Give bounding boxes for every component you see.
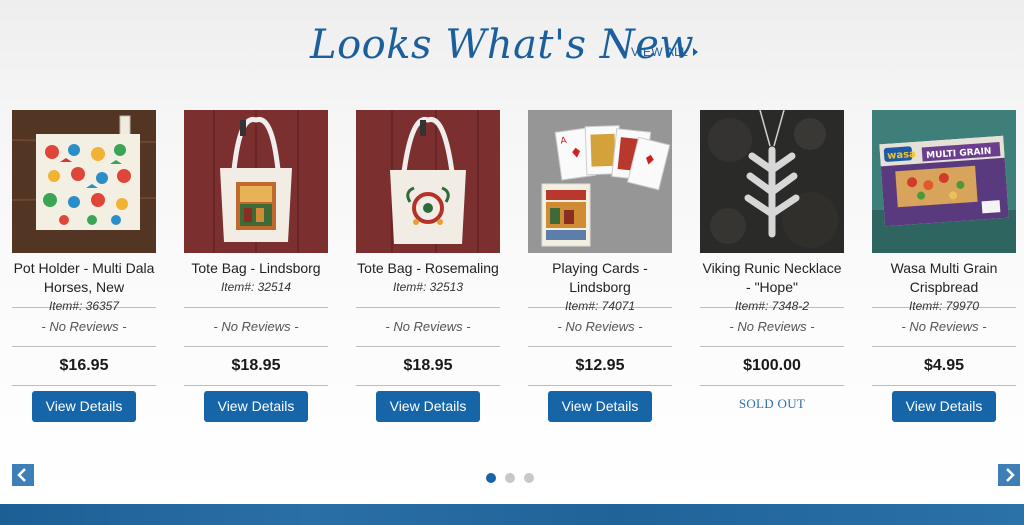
price: $4.95 xyxy=(923,357,965,374)
view-details-button[interactable]: View Details xyxy=(548,391,652,422)
product-card: Tote Bag - Lindsborg Item#: 32514 - No R… xyxy=(184,110,328,426)
box-brand-text: wasa xyxy=(887,149,916,162)
view-details-button[interactable]: View Details xyxy=(892,391,996,422)
price: $16.95 xyxy=(59,357,109,374)
price: $18.95 xyxy=(403,357,453,374)
product-title[interactable]: Pot Holder - Multi Dala Horses, New xyxy=(12,259,156,297)
carousel-dot-3[interactable] xyxy=(524,473,534,483)
playing-cards-image[interactable]: A xyxy=(528,110,672,253)
section-header: Looks What's New VIEW ALL xyxy=(0,0,1024,100)
view-details-button[interactable]: View Details xyxy=(204,391,308,422)
runic-necklace-image[interactable] xyxy=(700,110,844,253)
carousel-next-button[interactable] xyxy=(998,464,1020,486)
product-title[interactable]: Wasa Multi Grain Crispbread xyxy=(872,259,1016,297)
wasa-crispbread-image[interactable]: wasa MULTI GRAIN xyxy=(872,110,1016,253)
view-details-button[interactable]: View Details xyxy=(376,391,480,422)
view-all-label: VIEW ALL xyxy=(631,45,689,59)
pot-holder-image[interactable] xyxy=(12,110,156,253)
view-details-button[interactable]: View Details xyxy=(32,391,136,422)
sold-out-status: SOLD OUT xyxy=(738,396,806,411)
product-title[interactable]: Tote Bag - Lindsborg xyxy=(184,259,328,278)
product-title[interactable]: Tote Bag - Rosemaling xyxy=(356,259,500,278)
product-name: Tote Bag - Lindsborg Item#: 32514 xyxy=(184,253,328,307)
carousel-prev-button[interactable] xyxy=(12,464,34,486)
product-name: Viking Runic Necklace - "Hope" Item#: 73… xyxy=(700,253,844,313)
reviews-text: - No Reviews - xyxy=(41,319,127,334)
tote-bag-rosemaling-image[interactable] xyxy=(356,110,500,253)
chevron-right-icon xyxy=(1006,468,1015,482)
reviews-text: - No Reviews - xyxy=(729,319,815,334)
product-name: Tote Bag - Rosemaling Item#: 32513 xyxy=(356,253,500,307)
footer-band xyxy=(0,504,1024,525)
reviews-text: - No Reviews - xyxy=(213,319,299,334)
reviews-text: - No Reviews - xyxy=(557,319,643,334)
caret-right-icon xyxy=(693,48,699,56)
item-number: Item#: 32513 xyxy=(392,280,464,294)
product-title[interactable]: Viking Runic Necklace - "Hope" xyxy=(700,259,844,297)
carousel-pagination xyxy=(486,470,543,483)
carousel-dot-2[interactable] xyxy=(505,473,515,483)
item-number: Item#: 32514 xyxy=(220,280,292,294)
reviews-text: - No Reviews - xyxy=(385,319,471,334)
product-card: A Playing Cards - Lindsborg Item#: 74071… xyxy=(528,110,672,426)
product-name: Playing Cards - Lindsborg Item#: 74071 xyxy=(528,253,672,313)
carousel-dot-1[interactable] xyxy=(486,473,496,483)
product-card: wasa MULTI GRAIN Wasa Multi Grain Crispb… xyxy=(872,110,1016,426)
product-name: Pot Holder - Multi Dala Horses, New Item… xyxy=(12,253,156,313)
product-card: Pot Holder - Multi Dala Horses, New Item… xyxy=(12,110,156,426)
price: $18.95 xyxy=(231,357,281,374)
chevron-left-icon xyxy=(17,468,26,482)
price: $12.95 xyxy=(575,357,625,374)
product-card: Viking Runic Necklace - "Hope" Item#: 73… xyxy=(700,110,844,426)
reviews-text: - No Reviews - xyxy=(901,319,987,334)
price: $100.00 xyxy=(743,357,801,374)
view-all-link[interactable]: VIEW ALL xyxy=(631,45,699,59)
product-title[interactable]: Playing Cards - Lindsborg xyxy=(528,259,672,297)
tote-bag-lindsborg-image[interactable] xyxy=(184,110,328,253)
product-name: Wasa Multi Grain Crispbread Item#: 79970 xyxy=(872,253,1016,313)
product-card: Tote Bag - Rosemaling Item#: 32513 - No … xyxy=(356,110,500,426)
